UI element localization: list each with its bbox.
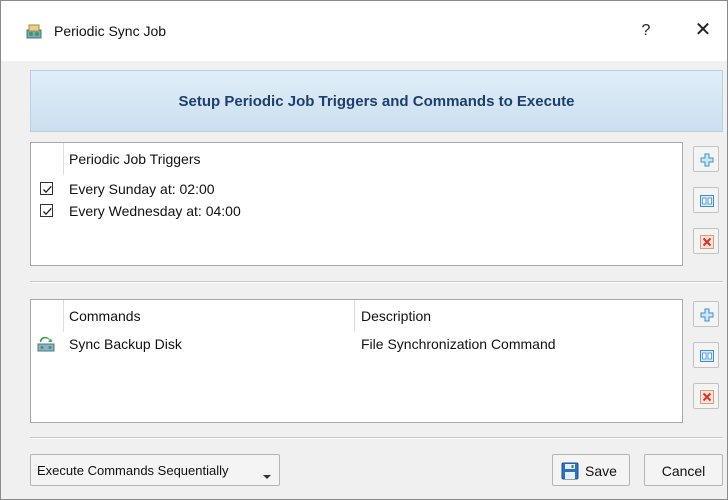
trigger-row[interactable]: Every Sunday at: 02:00 bbox=[31, 179, 682, 201]
cancel-button[interactable]: Cancel bbox=[644, 454, 723, 486]
delete-icon bbox=[700, 390, 714, 404]
command-name: Sync Backup Disk bbox=[69, 336, 182, 352]
commands-list[interactable]: Commands Description Sync Backup Disk Fi… bbox=[30, 299, 683, 423]
edit-icon bbox=[700, 350, 714, 362]
delete-command-button[interactable] bbox=[693, 383, 719, 409]
delete-trigger-button[interactable] bbox=[693, 228, 719, 254]
add-icon bbox=[700, 153, 714, 167]
trigger-label: Every Sunday at: 02:00 bbox=[69, 181, 215, 197]
commands-column-header: Commands bbox=[69, 308, 141, 324]
floppy-disk-icon bbox=[561, 462, 579, 483]
cancel-button-label: Cancel bbox=[661, 463, 706, 479]
close-button[interactable]: ✕ bbox=[686, 15, 720, 47]
add-command-button[interactable] bbox=[693, 301, 719, 327]
command-row[interactable]: Sync Backup Disk File Synchronization Co… bbox=[31, 334, 682, 356]
command-description: File Synchronization Command bbox=[361, 336, 556, 352]
periodic-sync-job-dialog: Periodic Sync Job ? ✕ Setup Periodic Job… bbox=[0, 0, 728, 500]
description-column-header: Description bbox=[361, 308, 432, 324]
triggers-list[interactable]: Periodic Job Triggers Every Sunday at: 0… bbox=[30, 142, 683, 266]
add-trigger-button[interactable] bbox=[693, 146, 719, 172]
column-separator bbox=[63, 143, 64, 175]
sync-disk-icon bbox=[37, 335, 55, 356]
window-title: Periodic Sync Job bbox=[54, 23, 167, 39]
sync-job-app-icon bbox=[25, 22, 43, 40]
triggers-column-header: Periodic Job Triggers bbox=[69, 151, 201, 167]
chevron-down-icon bbox=[262, 468, 272, 483]
edit-icon bbox=[700, 195, 714, 207]
execution-mode-value: Execute Commands Sequentially bbox=[37, 463, 229, 478]
header-banner: Setup Periodic Job Triggers and Commands… bbox=[30, 70, 723, 132]
column-separator bbox=[354, 300, 355, 332]
trigger-label: Every Wednesday at: 04:00 bbox=[69, 203, 241, 219]
title-bar: Periodic Sync Job ? ✕ bbox=[1, 1, 727, 61]
save-button[interactable]: Save bbox=[552, 454, 630, 486]
triggers-list-header: Periodic Job Triggers bbox=[31, 143, 682, 175]
execution-mode-dropdown[interactable]: Execute Commands Sequentially bbox=[30, 454, 280, 486]
section-divider bbox=[30, 281, 723, 283]
edit-trigger-button[interactable] bbox=[693, 187, 719, 213]
footer-divider bbox=[30, 437, 723, 439]
trigger-checkbox[interactable] bbox=[40, 204, 53, 217]
column-separator bbox=[63, 300, 64, 332]
add-icon bbox=[700, 308, 714, 322]
edit-command-button[interactable] bbox=[693, 342, 719, 368]
delete-icon bbox=[700, 235, 714, 249]
save-button-label: Save bbox=[585, 463, 617, 479]
trigger-checkbox[interactable] bbox=[40, 182, 53, 195]
trigger-row[interactable]: Every Wednesday at: 04:00 bbox=[31, 201, 682, 223]
help-button[interactable]: ? bbox=[629, 15, 663, 47]
banner-title: Setup Periodic Job Triggers and Commands… bbox=[178, 93, 575, 110]
commands-list-header: Commands Description bbox=[31, 300, 682, 332]
